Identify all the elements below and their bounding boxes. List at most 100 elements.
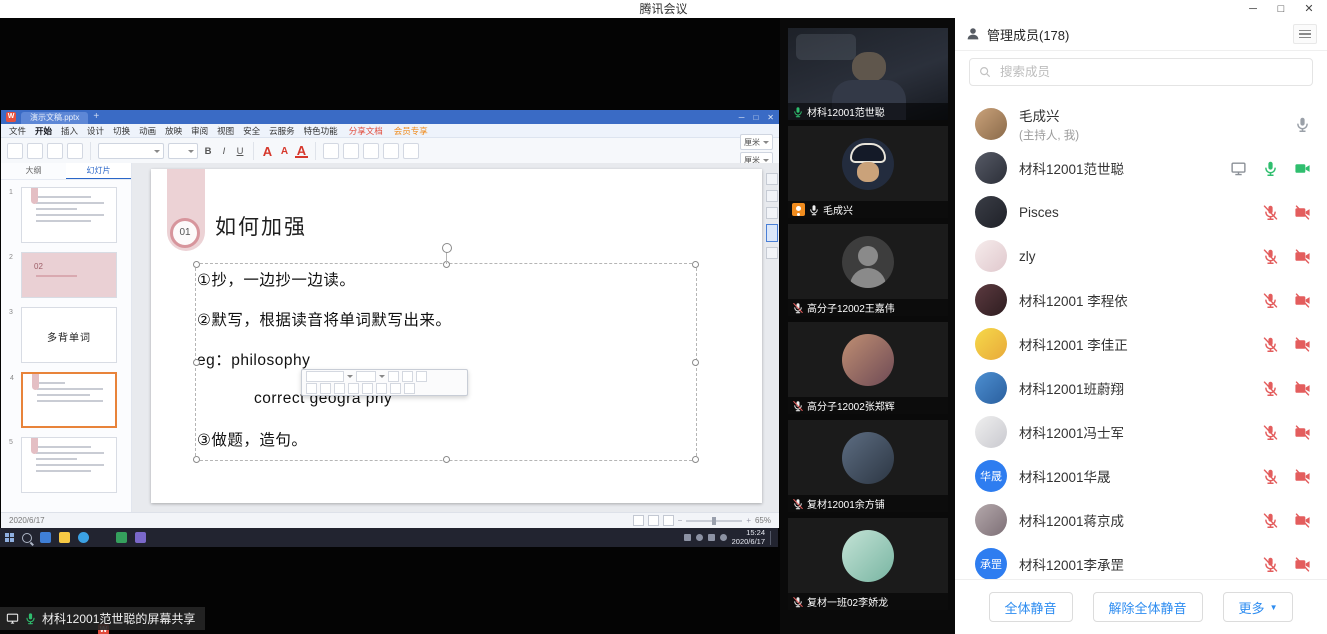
- video-tile[interactable]: 毛成兴: [788, 126, 948, 218]
- member-search: [969, 58, 1313, 86]
- member-row[interactable]: 承罡材科12001李承罡: [955, 542, 1327, 580]
- mic-muted-icon[interactable]: [1262, 292, 1279, 309]
- camera-muted-icon[interactable]: [1294, 468, 1311, 485]
- mic-muted-icon[interactable]: [1262, 204, 1279, 221]
- unmute-all-button[interactable]: 解除全体静音: [1093, 592, 1203, 622]
- member-name: 毛成兴: [1019, 105, 1079, 125]
- mic-icon[interactable]: [1294, 116, 1311, 133]
- member-avatar: [975, 108, 1007, 140]
- mic-muted-icon[interactable]: [1262, 336, 1279, 353]
- member-name: 材科12001 李佳正: [1019, 334, 1128, 354]
- monitor-icon: [6, 612, 19, 625]
- mic-on-icon[interactable]: [1262, 160, 1279, 177]
- slide-thumbnail: 1: [21, 187, 117, 243]
- camera-muted-icon[interactable]: [1294, 380, 1311, 397]
- screen-share-icon[interactable]: [1230, 160, 1247, 177]
- camera-muted-icon[interactable]: [1294, 204, 1311, 221]
- member-row[interactable]: 材科12001班蔚翔: [955, 366, 1327, 410]
- member-row[interactable]: 材科12001冯士军: [955, 410, 1327, 454]
- bold-icon: B: [202, 146, 214, 157]
- slide-thumbnail: 5: [21, 437, 117, 493]
- camera-muted-icon[interactable]: [1294, 424, 1311, 441]
- slide-thumbnail: 202: [21, 252, 117, 298]
- camera-on-icon[interactable]: [1294, 160, 1311, 177]
- member-row[interactable]: 华晟材科12001华晟: [955, 454, 1327, 498]
- slide-number: 3: [9, 309, 13, 316]
- taskbar-app-icon: [135, 532, 146, 543]
- windows-start-icon: [5, 533, 14, 542]
- mic-muted-icon[interactable]: [1262, 380, 1279, 397]
- window-titlebar: 腾讯会议 ─ □ ✕: [0, 0, 1327, 18]
- maximize-button[interactable]: □: [1267, 0, 1295, 18]
- camera-muted-icon[interactable]: [1294, 556, 1311, 573]
- participant-avatar: [842, 334, 894, 386]
- camera-muted-icon[interactable]: [1294, 292, 1311, 309]
- video-tile[interactable]: 材科12001范世聪: [788, 28, 948, 120]
- members-icon: [965, 26, 981, 42]
- taskbar-search-icon: [22, 533, 32, 543]
- participant-avatar: [842, 530, 894, 582]
- wps-titlebar: W 演示文稿.pptx + ─□✕: [1, 110, 779, 124]
- member-avatar: [975, 416, 1007, 448]
- slide-number: 4: [10, 375, 14, 382]
- selection-handle: [692, 359, 699, 366]
- member-row[interactable]: 材科12001范世聪: [955, 146, 1327, 190]
- member-name: 材科12001范世聪: [1019, 158, 1124, 178]
- wps-menu-item: 设计: [87, 125, 104, 137]
- member-panel-footer: 全体静音 解除全体静音 更多▼: [955, 579, 1327, 634]
- mic-muted-icon[interactable]: [1262, 512, 1279, 529]
- font-decrease-icon: A: [278, 146, 291, 157]
- minimize-button[interactable]: ─: [1239, 0, 1267, 18]
- mic-muted-icon[interactable]: [1262, 248, 1279, 265]
- member-row[interactable]: 材科12001蒋京成: [955, 498, 1327, 542]
- ribbon-decoration: 01: [167, 169, 205, 251]
- video-tile[interactable]: 复材12001余方铺: [788, 420, 948, 512]
- member-row[interactable]: Pisces: [955, 190, 1327, 234]
- video-tile[interactable]: 高分子12002王嘉伟: [788, 224, 948, 316]
- current-slide: 01 如何加强 ①抄，一边抄一边读。②默写，根据读音将单词默写出来。eg：phi…: [151, 169, 762, 503]
- selection-handle: [692, 261, 699, 268]
- wps-menu-item: 切换: [113, 125, 130, 137]
- participant-name: 材科12001范世聪: [807, 104, 885, 119]
- close-button[interactable]: ✕: [1295, 0, 1323, 18]
- participant-name: 复材一班02李娇龙: [807, 594, 888, 609]
- mic-muted-icon: [792, 498, 804, 510]
- slide-number: 5: [9, 439, 13, 446]
- tile-label: 复材12001余方铺: [788, 495, 948, 512]
- more-button[interactable]: 更多▼: [1223, 592, 1294, 622]
- panel-title: 管理成员(178): [987, 25, 1069, 44]
- member-avatar: 华晟: [975, 460, 1007, 492]
- mic-muted-icon[interactable]: [1262, 468, 1279, 485]
- wps-new-tab-icon: +: [93, 111, 99, 123]
- video-tile[interactable]: 高分子12002张郑辉: [788, 322, 948, 414]
- video-tile[interactable]: 复材一班02李娇龙: [788, 518, 948, 610]
- tile-label: 材科12001范世聪: [788, 103, 948, 120]
- mic-muted-icon: [792, 596, 804, 608]
- camera-muted-icon[interactable]: [1294, 512, 1311, 529]
- tile-label: 高分子12002张郑辉: [788, 397, 948, 414]
- participant-avatar: [842, 432, 894, 484]
- mic-muted-icon: [792, 400, 804, 412]
- shared-wps-window: W 演示文稿.pptx + ─□✕ 文件开始插入设计切换动画放映审阅视图安全云服…: [1, 110, 779, 528]
- zoom-slider: [686, 520, 742, 522]
- share-banner: 材科12001范世聪的屏幕共享: [0, 607, 205, 630]
- member-row[interactable]: zly: [955, 234, 1327, 278]
- member-row[interactable]: 材科12001 李程依: [955, 278, 1327, 322]
- shape-height-field: 厘米: [740, 134, 773, 150]
- camera-muted-icon[interactable]: [1294, 336, 1311, 353]
- member-name: 材科12001华晟: [1019, 466, 1111, 486]
- member-list: 毛成兴(主持人, 我) 材科12001范世聪 Pisceszly材科12001 李程…: [955, 102, 1327, 580]
- mic-muted-icon[interactable]: [1262, 424, 1279, 441]
- floating-text-toolbar: [301, 369, 468, 396]
- mute-all-button[interactable]: 全体静音: [989, 592, 1073, 622]
- search-input[interactable]: [998, 64, 1304, 80]
- member-row[interactable]: 毛成兴(主持人, 我): [955, 102, 1327, 146]
- share-banner-text: 材科12001范世聪的屏幕共享: [42, 610, 195, 627]
- camera-muted-icon[interactable]: [1294, 248, 1311, 265]
- underline-icon: U: [234, 146, 246, 157]
- mic-muted-icon[interactable]: [1262, 556, 1279, 573]
- outline-tab: 大纲: [1, 163, 66, 179]
- member-row[interactable]: 材科12001 李佳正: [955, 322, 1327, 366]
- menu-icon[interactable]: [1293, 24, 1317, 44]
- mic-on-icon: [792, 106, 804, 118]
